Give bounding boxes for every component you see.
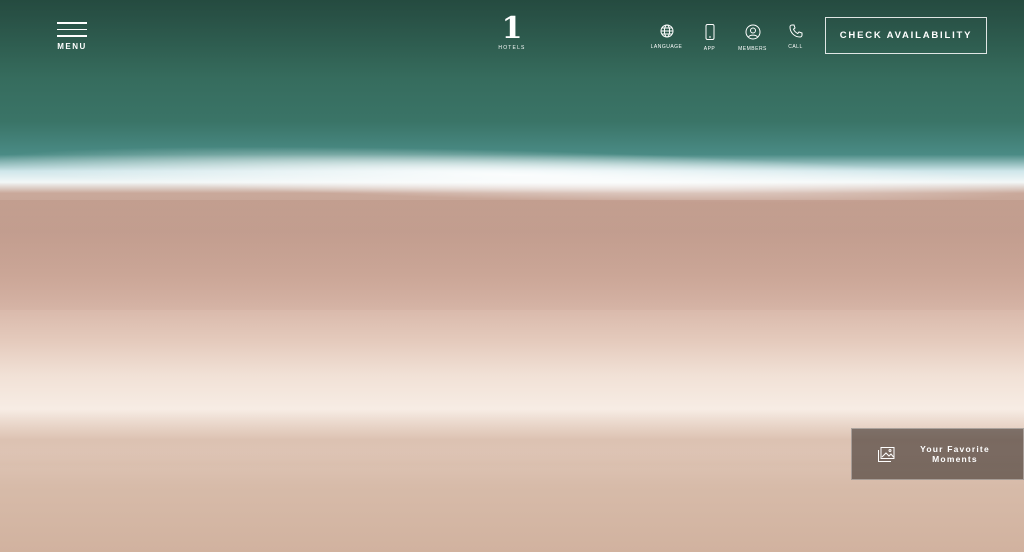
members-label: MEMBERS [738,46,767,52]
members-link[interactable]: MEMBERS [731,24,774,52]
favorite-moments-widget[interactable]: Your Favorite Moments [851,428,1024,480]
wet-sand [0,200,1024,310]
logo-subtitle: HOTELS [498,45,526,51]
app-link[interactable]: APP [688,24,731,52]
call-label: CALL [788,44,803,50]
phone-icon [788,24,802,38]
logo-mark: 1 [501,11,523,46]
mobile-phone-icon [705,24,714,40]
language-label: LANGUAGE [650,44,683,50]
brand-logo[interactable]: 1 HOTELS [497,11,527,52]
utility-nav: LANGUAGE APP MEMBERS CALL [645,24,817,52]
check-availability-button[interactable]: CHECK AVAILABILITY [825,17,987,54]
language-link[interactable]: LANGUAGE [645,24,688,52]
call-link[interactable]: CALL [774,24,817,52]
favorite-moments-label: Your Favorite Moments [920,444,990,464]
app-label: APP [703,46,716,52]
menu-label: MENU [57,41,87,51]
hero-background: MENU 1 HOTELS LANGUAGE APP MEMBERS CALL … [0,0,1024,552]
gallery-icon [878,446,895,462]
hamburger-icon [57,22,87,37]
menu-button[interactable]: MENU [57,22,87,51]
globe-icon [660,24,673,38]
user-icon [745,24,760,40]
